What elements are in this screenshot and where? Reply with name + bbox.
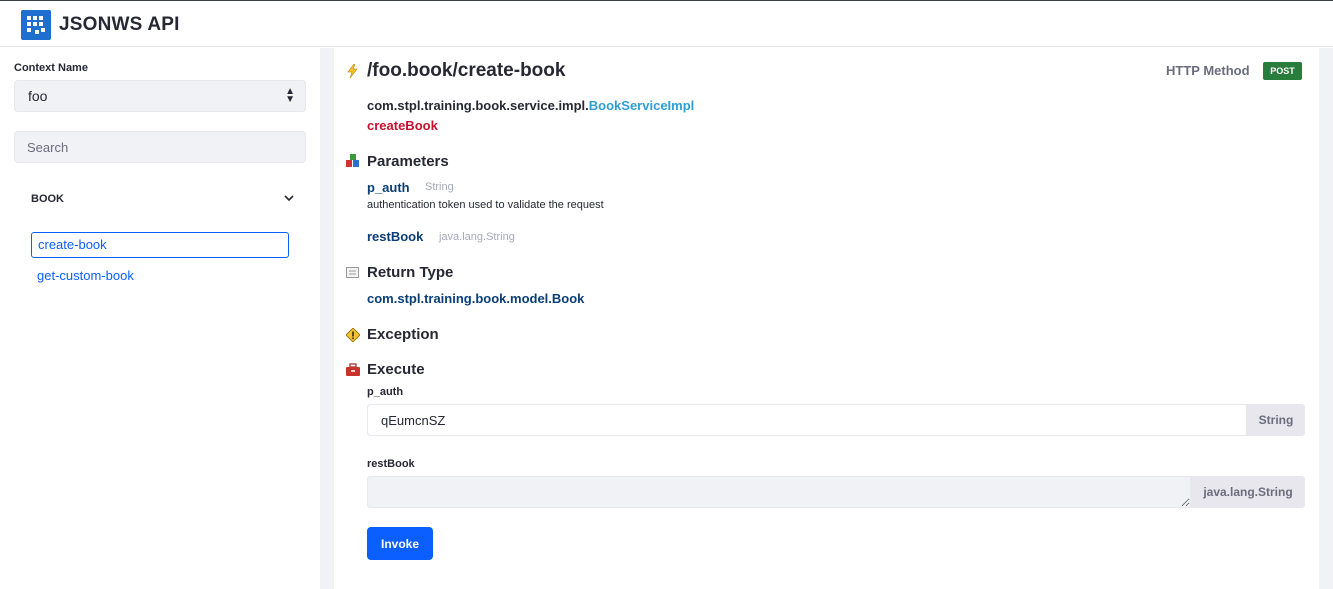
exception-heading: Exception <box>367 326 439 343</box>
param-type: java.lang.String <box>439 231 515 243</box>
parameters-heading: Parameters <box>367 153 449 170</box>
p-auth-input-group: String <box>367 404 1305 436</box>
invoke-button[interactable]: Invoke <box>367 527 433 560</box>
method-name: createBook <box>367 118 438 133</box>
sidebar-item-label: get-custom-book <box>37 268 134 283</box>
execute-icon <box>346 363 360 376</box>
http-method-label: HTTP Method <box>1166 63 1250 78</box>
sidebar-item-label: create-book <box>38 237 107 252</box>
sidebar-item-get-custom-book[interactable]: get-custom-book <box>31 264 289 290</box>
param-description: authentication token used to validate th… <box>367 199 604 211</box>
exception-icon <box>346 328 360 342</box>
param-name: p_auth <box>367 180 410 195</box>
class-package: com.stpl.training.book.service.impl. <box>367 98 589 113</box>
field-label-rest-book: restBook <box>367 458 415 470</box>
select-arrows-icon: ▲ ▼ <box>285 86 295 105</box>
lightning-icon <box>347 64 358 78</box>
rest-book-type-addon: java.lang.String <box>1191 476 1305 508</box>
return-type-heading: Return Type <box>367 264 454 281</box>
top-bar: JSONWS API <box>0 0 1333 47</box>
p-auth-input[interactable] <box>367 404 1247 436</box>
return-type-icon <box>346 267 359 278</box>
return-type-value: com.stpl.training.book.model.Book <box>367 291 585 306</box>
context-name-label: Context Name <box>14 62 88 74</box>
param-name: restBook <box>367 229 424 244</box>
main-scrollbar[interactable] <box>1319 48 1333 589</box>
sidebar <box>0 48 320 589</box>
rest-book-textarea[interactable] <box>367 476 1191 508</box>
chevron-down-icon[interactable] <box>282 191 296 205</box>
p-auth-type-addon: String <box>1247 404 1305 436</box>
http-method-badge: POST <box>1263 62 1302 80</box>
field-label-p-auth: p_auth <box>367 386 404 398</box>
parameters-icon <box>346 154 359 167</box>
api-path-title: /foo.book/create-book <box>367 60 566 81</box>
param-type: String <box>425 181 454 193</box>
sidebar-item-create-book[interactable]: create-book <box>31 232 289 258</box>
context-select[interactable]: foo ▲ ▼ <box>14 80 306 112</box>
app-title: JSONWS API <box>59 14 180 35</box>
service-class: com.stpl.training.book.service.impl.Book… <box>367 98 694 113</box>
group-header-book[interactable]: BOOK <box>31 193 64 205</box>
rest-book-input-group: java.lang.String <box>367 476 1305 508</box>
execute-heading: Execute <box>367 361 425 378</box>
search-input[interactable] <box>14 131 306 163</box>
sidebar-scrollbar[interactable] <box>320 48 334 589</box>
class-name-link[interactable]: BookServiceImpl <box>589 98 695 113</box>
context-select-value: foo <box>28 88 48 104</box>
app-logo-icon <box>21 10 51 40</box>
